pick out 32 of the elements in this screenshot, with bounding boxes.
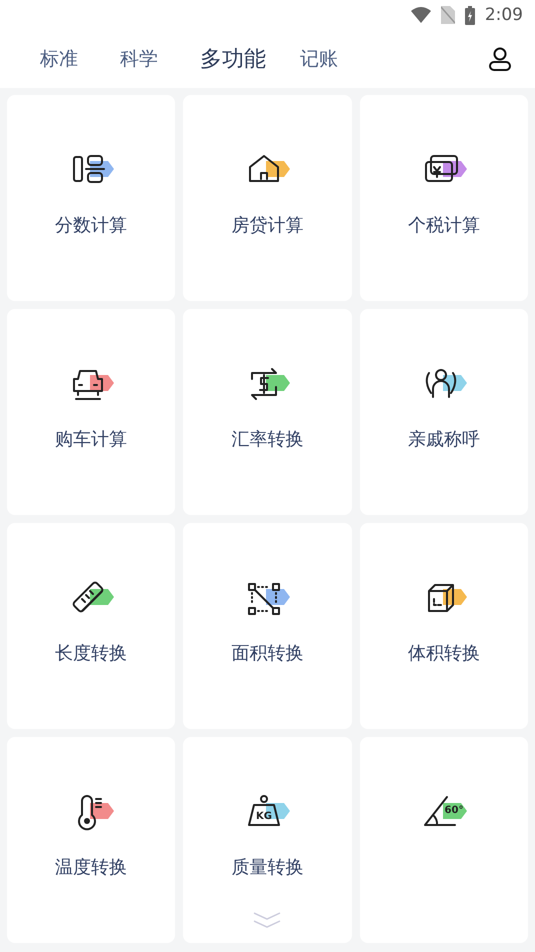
mode-tab[interactable]: 科学 xyxy=(108,46,170,72)
tool-card[interactable]: 60° xyxy=(360,737,528,943)
tool-label: 房贷计算 xyxy=(231,214,304,237)
tool-card[interactable]: 分数计算 xyxy=(7,95,176,301)
mode-tab[interactable]: 标准 xyxy=(28,46,90,72)
tool-label: 面积转换 xyxy=(231,642,304,665)
tool-card[interactable]: 汇率转换 xyxy=(183,309,352,515)
tool-card[interactable]: 购车计算 xyxy=(7,309,176,515)
tool-label: 购车计算 xyxy=(55,428,128,451)
tool-card[interactable]: 长度转换 xyxy=(7,523,176,729)
tool-card[interactable]: 亲戚称呼 xyxy=(360,309,528,515)
battery-icon xyxy=(464,6,475,24)
tool-label: 亲戚称呼 xyxy=(408,428,480,451)
tool-label: 温度转换 xyxy=(55,856,128,879)
tool-card[interactable]: KG 质量转换 xyxy=(183,737,352,943)
tool-label: 个税计算 xyxy=(408,214,480,237)
tool-card[interactable]: 面积转换 xyxy=(183,523,352,729)
tool-label: 分数计算 xyxy=(55,214,128,237)
wifi-icon xyxy=(410,7,431,23)
tool-label: 质量转换 xyxy=(231,856,304,879)
tool-label: 汇率转换 xyxy=(231,428,304,451)
tool-label: 体积转换 xyxy=(408,642,480,665)
mode-tab[interactable]: 记账 xyxy=(288,46,350,72)
status-time: 2:09 xyxy=(484,5,523,25)
mode-tab[interactable]: 多功能 xyxy=(188,44,278,74)
tool-card[interactable]: 温度转换 xyxy=(7,737,176,943)
tool-card[interactable]: 个税计算 xyxy=(360,95,528,301)
user-icon[interactable] xyxy=(489,47,511,71)
no-sim-icon xyxy=(440,6,455,24)
tool-card[interactable]: 房贷计算 xyxy=(183,95,352,301)
tool-label: 长度转换 xyxy=(55,642,128,665)
tool-card[interactable]: 体积转换 xyxy=(360,523,528,729)
